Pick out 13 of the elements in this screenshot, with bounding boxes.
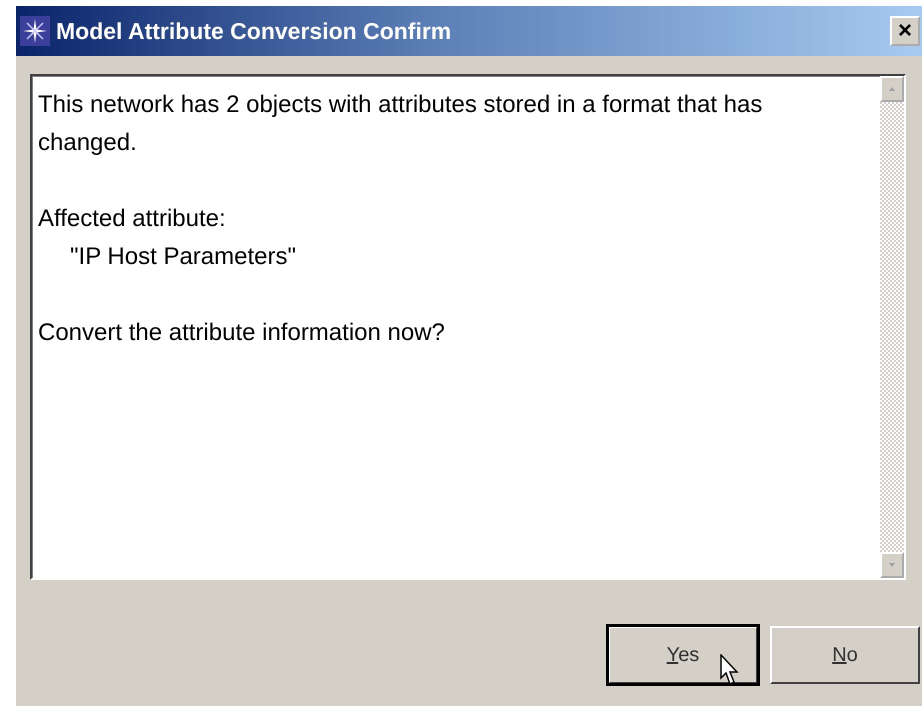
- scrollbar[interactable]: [880, 76, 904, 578]
- close-button[interactable]: ×: [890, 16, 920, 46]
- mouse-pointer-icon: [720, 654, 740, 686]
- star-icon: [20, 16, 50, 46]
- message-text: Convert the attribute information now?: [38, 318, 446, 348]
- message-text: "IP Host Parameters": [69, 242, 298, 272]
- window-title: Model Attribute Conversion Confirm: [56, 18, 452, 44]
- message-text: Affected attribute:: [38, 204, 227, 234]
- scroll-down-button[interactable]: [880, 552, 904, 578]
- message-text: This network has 2 objects with attributes stored in a format that has changed.: [38, 90, 764, 158]
- no-button[interactable]: No: [770, 626, 920, 684]
- scroll-up-button[interactable]: [880, 76, 904, 102]
- yes-button[interactable]: Yes: [608, 626, 758, 684]
